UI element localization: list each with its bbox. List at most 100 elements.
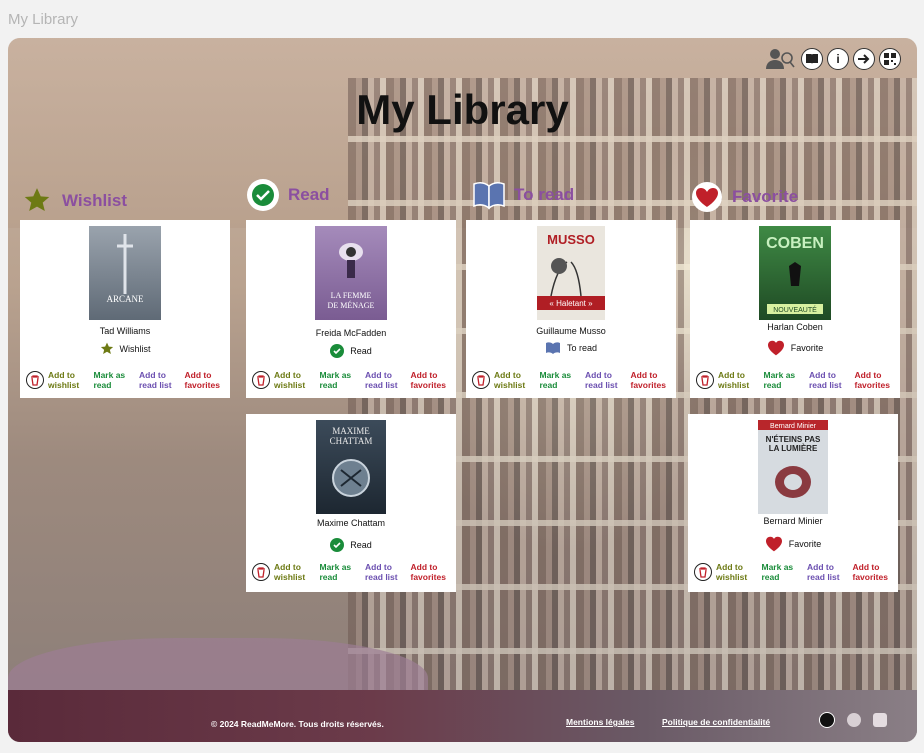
add-to-read-list-button[interactable]: Add to read list [365, 370, 407, 390]
add-to-read-list-button[interactable]: Add to read list [585, 370, 627, 390]
book-actions: Add to wishlist Mark as read Add to read… [26, 370, 226, 390]
page-title: My Library [356, 86, 569, 133]
add-to-wishlist-button[interactable]: Add to wishlist [274, 562, 316, 582]
book-status: Favorite [690, 340, 900, 356]
footer: © 2024 ReadMeMore. Tous droits réservés.… [8, 690, 917, 742]
book-actions: Add to wishlist Mark as read Add to read… [252, 562, 452, 582]
add-to-favorites-button[interactable]: Add to favorites [855, 370, 897, 390]
book-cover[interactable]: LA FEMME DE MÉNAGE [315, 226, 387, 320]
book-actions: Add to wishlist Mark as read Add to read… [696, 370, 896, 390]
book-author: Tad Williams [99, 326, 151, 336]
mark-as-read-button[interactable]: Mark as read [762, 562, 804, 582]
book-status: Read [246, 344, 456, 358]
trash-icon[interactable] [252, 371, 270, 389]
add-to-read-list-button[interactable]: Add to read list [807, 562, 849, 582]
category-label: Wishlist [62, 191, 128, 210]
heart-icon [767, 340, 784, 356]
category-read[interactable]: Read [246, 178, 330, 212]
status-label: Read [350, 540, 372, 550]
add-to-favorites-button[interactable]: Add to favorites [411, 562, 453, 582]
add-to-read-list-button[interactable]: Add to read list [139, 370, 181, 390]
user-icon[interactable] [763, 48, 797, 70]
add-to-read-list-button[interactable]: Add to read list [365, 562, 407, 582]
add-to-favorites-button[interactable]: Add to favorites [411, 370, 453, 390]
trash-icon[interactable] [694, 563, 712, 581]
book-cover[interactable]: MAXIME CHATTAM [316, 420, 386, 514]
legal-notice-link[interactable]: Mentions légales [566, 717, 635, 727]
book-status: Wishlist [20, 342, 230, 356]
svg-text:NOUVEAUTÉ: NOUVEAUTÉ [773, 305, 817, 314]
add-to-wishlist-button[interactable]: Add to wishlist [716, 562, 758, 582]
trash-icon[interactable] [252, 563, 270, 581]
status-label: To read [566, 343, 598, 353]
heart-icon [690, 180, 724, 214]
mark-as-read-button[interactable]: Mark as read [320, 370, 362, 390]
mark-as-read-button[interactable]: Mark as read [764, 370, 806, 390]
category-favorite[interactable]: Favorite [690, 180, 798, 214]
mark-as-read-button[interactable]: Mark as read [94, 370, 136, 390]
mark-as-read-button[interactable]: Mark as read [540, 370, 582, 390]
github-icon[interactable] [819, 712, 835, 728]
add-to-favorites-button[interactable]: Add to favorites [853, 562, 895, 582]
svg-text:ARCANE: ARCANE [106, 294, 144, 304]
book-cover[interactable]: COBEN NOUVEAUTÉ [759, 226, 831, 320]
copyright-text: © 2024 ReadMeMore. Tous droits réservés. [211, 719, 384, 729]
category-label: Favorite [732, 187, 799, 206]
category-toread[interactable]: To read [472, 178, 574, 212]
star-icon [20, 184, 54, 218]
check-circle-icon [246, 178, 280, 212]
svg-text:MAXIME: MAXIME [332, 426, 370, 436]
book-icon[interactable] [801, 48, 823, 70]
book-card: COBEN NOUVEAUTÉ Harlan Coben Favorite Add… [690, 220, 900, 398]
mark-as-read-button[interactable]: Mark as read [320, 562, 362, 582]
status-label: Favorite [788, 539, 822, 549]
category-wishlist[interactable]: Wishlist [20, 184, 127, 218]
star-icon [100, 342, 113, 355]
add-to-favorites-button[interactable]: Add to favorites [631, 370, 673, 390]
arrow-right-icon[interactable] [853, 48, 875, 70]
category-label: Read [288, 185, 330, 204]
social-icon-2[interactable] [873, 713, 887, 727]
book-cover[interactable]: Bernard Minier N'ÉTEINS PAS LA LUMIÈRE [758, 420, 828, 514]
add-to-wishlist-button[interactable]: Add to wishlist [494, 370, 536, 390]
library-panel: i My Library Wishlist Read To read Favor… [8, 38, 917, 742]
book-actions: Add to wishlist Mark as read Add to read… [252, 370, 452, 390]
book-card: MUSSO « Haletant » Guillaume Musso To rea… [466, 220, 676, 398]
svg-text:MUSSO: MUSSO [547, 232, 595, 247]
svg-text:LA LUMIÈRE: LA LUMIÈRE [769, 444, 818, 453]
trash-icon[interactable] [472, 371, 490, 389]
book-actions: Add to wishlist Mark as read Add to read… [694, 562, 894, 582]
check-circle-icon [330, 344, 345, 358]
book-status: Read [246, 538, 456, 552]
trash-icon[interactable] [26, 371, 44, 389]
trash-icon[interactable] [696, 371, 714, 389]
status-label: Wishlist [119, 344, 151, 354]
social-icon[interactable] [847, 713, 861, 727]
status-label: Read [350, 346, 372, 356]
add-to-wishlist-button[interactable]: Add to wishlist [274, 370, 316, 390]
book-actions: Add to wishlist Mark as read Add to read… [472, 370, 672, 390]
add-to-favorites-button[interactable]: Add to favorites [185, 370, 227, 390]
qr-code-icon[interactable] [879, 48, 901, 70]
svg-text:N'ÉTEINS PAS: N'ÉTEINS PAS [766, 435, 821, 444]
add-to-wishlist-button[interactable]: Add to wishlist [48, 370, 90, 390]
category-label: To read [514, 185, 575, 204]
privacy-policy-link[interactable]: Politique de confidentialité [662, 717, 770, 727]
heart-icon [765, 536, 782, 552]
add-to-read-list-button[interactable]: Add to read list [809, 370, 851, 390]
book-cover[interactable]: MUSSO « Haletant » [537, 226, 605, 320]
book-card: Bernard Minier N'ÉTEINS PAS LA LUMIÈRE Ber… [688, 414, 898, 592]
svg-text:LA FEMME: LA FEMME [331, 291, 372, 300]
book-author: Maxime Chattam [316, 518, 386, 528]
info-icon[interactable]: i [827, 48, 849, 70]
book-card: MAXIME CHATTAM Maxime Chattam Read Add to… [246, 414, 456, 592]
book-cover[interactable]: ARCANE [89, 226, 161, 320]
svg-text:« Haletant »: « Haletant » [549, 299, 593, 308]
book-author: Guillaume Musso [536, 326, 606, 336]
book-author: Freida McFadden [315, 328, 387, 338]
status-label: Favorite [790, 343, 824, 353]
add-to-wishlist-button[interactable]: Add to wishlist [718, 370, 760, 390]
book-author: Harlan Coben [767, 322, 823, 332]
svg-text:DE MÉNAGE: DE MÉNAGE [328, 300, 375, 310]
svg-text:Bernard Minier: Bernard Minier [770, 423, 817, 430]
